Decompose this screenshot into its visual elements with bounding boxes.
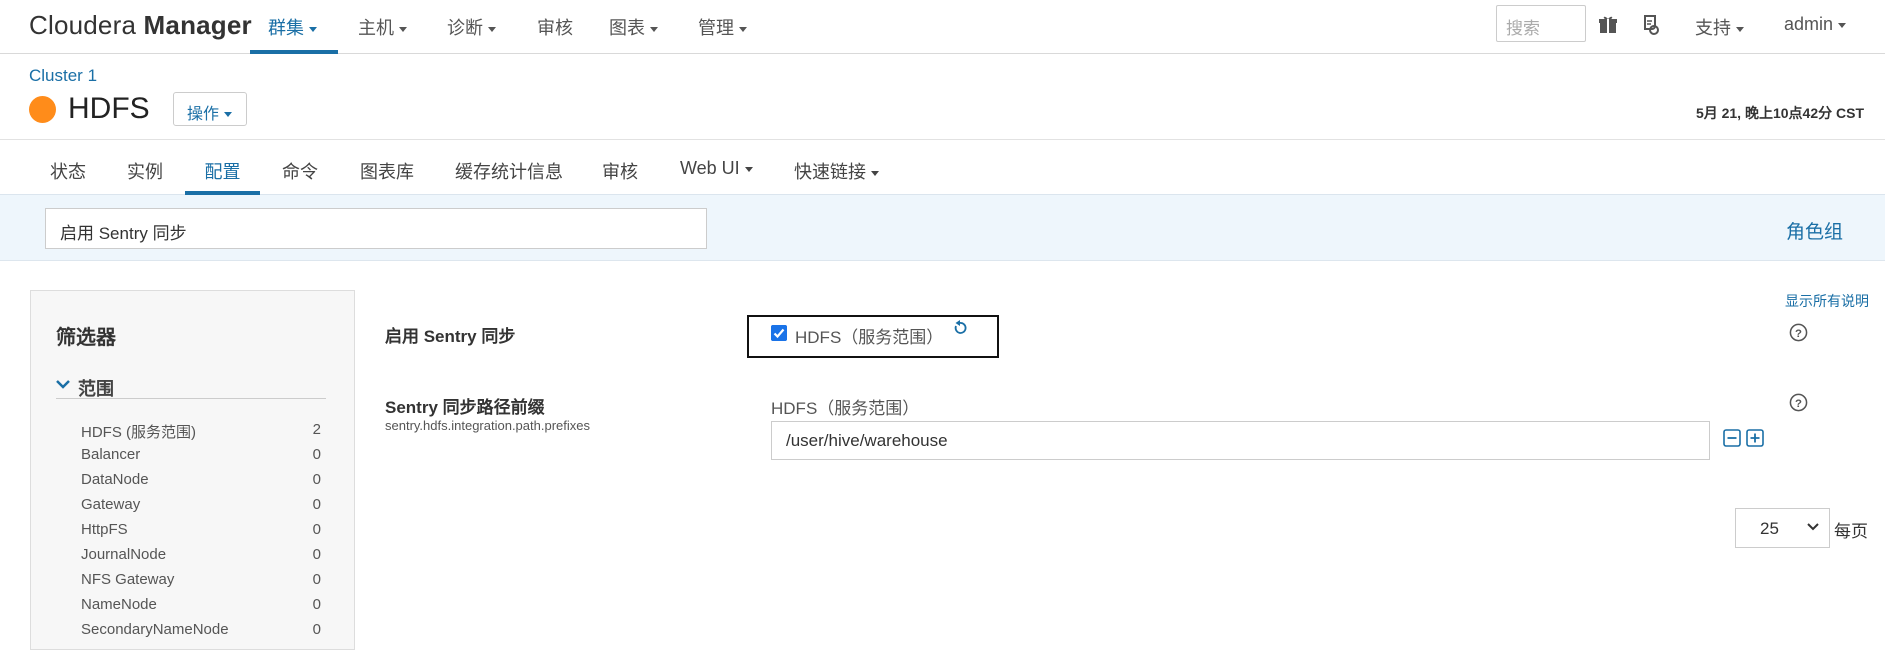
- tab-status[interactable]: 状态: [50, 158, 86, 195]
- filter-count: 0: [312, 471, 321, 488]
- per-page-label: 每页: [1834, 522, 1868, 541]
- tab-commands[interactable]: 命令: [282, 158, 318, 195]
- filter-row-namenode[interactable]: NameNode 0: [81, 596, 321, 613]
- config-search-input[interactable]: 启用 Sentry 同步: [45, 208, 707, 249]
- chevron-down-icon: [744, 166, 753, 172]
- filter-row-journalnode[interactable]: JournalNode 0: [81, 546, 321, 563]
- sentry-sync-scope-label: HDFS（服务范围）: [795, 328, 944, 347]
- tab-instances[interactable]: 实例: [127, 158, 163, 195]
- actions-button[interactable]: 操作: [173, 92, 247, 126]
- tab-configuration[interactable]: 配置: [185, 158, 260, 195]
- help-icon[interactable]: ?: [1789, 393, 1808, 412]
- show-all-descriptions-link[interactable]: 显示所有说明: [1785, 291, 1869, 311]
- setting-property-key: sentry.hdfs.integration.path.prefixes: [385, 418, 590, 433]
- svg-text:?: ?: [1795, 398, 1802, 410]
- filter-row-balancer[interactable]: Balancer 0: [81, 446, 321, 463]
- service-status-icon: [29, 96, 56, 123]
- filter-row-gateway[interactable]: Gateway 0: [81, 496, 321, 513]
- help-icon[interactable]: ?: [1789, 323, 1808, 342]
- reset-to-default-icon[interactable]: [952, 320, 968, 336]
- setting-name-path-prefixes: Sentry 同步路径前缀: [385, 398, 545, 417]
- timestamp: 5月 21, 晚上10点42分 CST: [1695, 105, 1864, 121]
- chevron-down-icon: [739, 26, 747, 32]
- tab-audit[interactable]: 审核: [602, 158, 638, 195]
- filter-panel: 筛选器 范围 HDFS (服务范围) 2 Balancer 0 DataNode 0 …: [30, 290, 355, 650]
- global-search-input[interactable]: 搜索: [1496, 5, 1586, 42]
- chevron-down-icon: [1807, 523, 1819, 531]
- add-value-icon[interactable]: [1746, 429, 1764, 447]
- chevron-down-icon: [1838, 22, 1847, 28]
- filter-count: 0: [312, 621, 321, 638]
- chevron-down-icon: [650, 26, 658, 32]
- chevron-down-icon: [871, 170, 879, 176]
- chevron-down-icon: [488, 26, 496, 32]
- setting-name-sentry-sync: 启用 Sentry 同步: [385, 327, 516, 346]
- chevron-down-icon: [56, 380, 70, 389]
- filter-count: 0: [312, 496, 321, 513]
- page-title: HDFS: [68, 92, 150, 125]
- chevron-down-icon: [399, 26, 407, 32]
- filter-count: 0: [312, 596, 321, 613]
- filter-row-httpfs[interactable]: HttpFS 0: [81, 521, 321, 538]
- tab-cache-statistics[interactable]: 缓存统计信息: [455, 158, 563, 195]
- tab-chart-library[interactable]: 图表库: [360, 158, 414, 195]
- user-menu[interactable]: admin: [1784, 14, 1847, 35]
- filter-count: 0: [312, 446, 321, 463]
- filter-count: 0: [312, 571, 321, 588]
- sentry-sync-checkbox[interactable]: [771, 325, 787, 341]
- nav-administration[interactable]: 管理: [698, 14, 747, 54]
- chevron-down-icon: [309, 26, 317, 32]
- support-menu[interactable]: 支持: [1695, 14, 1744, 40]
- filter-count: 2: [312, 421, 321, 438]
- tab-web-ui[interactable]: Web UI: [680, 158, 753, 195]
- brand-name-light: Cloudera: [29, 10, 144, 40]
- nav-audit[interactable]: 审核: [537, 14, 573, 54]
- brand-name-bold: Manager: [143, 10, 252, 40]
- gift-icon[interactable]: [1597, 14, 1619, 36]
- nav-hosts[interactable]: 主机: [358, 14, 407, 54]
- nav-cluster[interactable]: 群集: [250, 14, 338, 54]
- filter-row-datanode[interactable]: DataNode 0: [81, 471, 321, 488]
- filter-title: 筛选器: [56, 327, 116, 349]
- filter-count: 0: [312, 546, 321, 563]
- filter-row-nfs-gateway[interactable]: NFS Gateway 0: [81, 571, 321, 588]
- remove-value-icon[interactable]: [1723, 429, 1741, 447]
- path-prefixes-scope-label: HDFS（服务范围）: [771, 399, 920, 418]
- service-tabs: 状态 实例 配置 命令 图表库 缓存统计信息 审核 Web UI 快速链接: [0, 139, 1885, 195]
- path-prefix-input[interactable]: /user/hive/warehouse: [771, 421, 1710, 460]
- tab-quick-links[interactable]: 快速链接: [794, 158, 879, 195]
- top-navbar: Cloudera Manager 群集 主机 诊断 审核 图表 管理 搜索 支持…: [0, 0, 1885, 54]
- running-commands-icon[interactable]: [1640, 14, 1662, 36]
- filter-row-hdfs[interactable]: HDFS (服务范围) 2: [81, 421, 321, 442]
- nav-diagnostics[interactable]: 诊断: [447, 14, 496, 54]
- per-page-select[interactable]: 25: [1735, 508, 1830, 548]
- chevron-down-icon: [224, 112, 233, 118]
- config-search-bar: 启用 Sentry 同步 角色组: [0, 195, 1885, 261]
- brand-logo[interactable]: Cloudera Manager: [29, 10, 252, 41]
- nav-charts[interactable]: 图表: [609, 14, 658, 54]
- scope-label: 范围: [78, 379, 114, 399]
- breadcrumb-cluster-link[interactable]: Cluster 1: [29, 66, 97, 86]
- filter-row-secondarynamenode[interactable]: SecondaryNameNode 0: [81, 621, 321, 638]
- filter-count: 0: [312, 521, 321, 538]
- svg-text:?: ?: [1795, 328, 1802, 340]
- chevron-down-icon: [1736, 26, 1744, 32]
- role-groups-link[interactable]: 角色组: [1786, 217, 1843, 244]
- scope-section-header[interactable]: 范围: [56, 377, 326, 399]
